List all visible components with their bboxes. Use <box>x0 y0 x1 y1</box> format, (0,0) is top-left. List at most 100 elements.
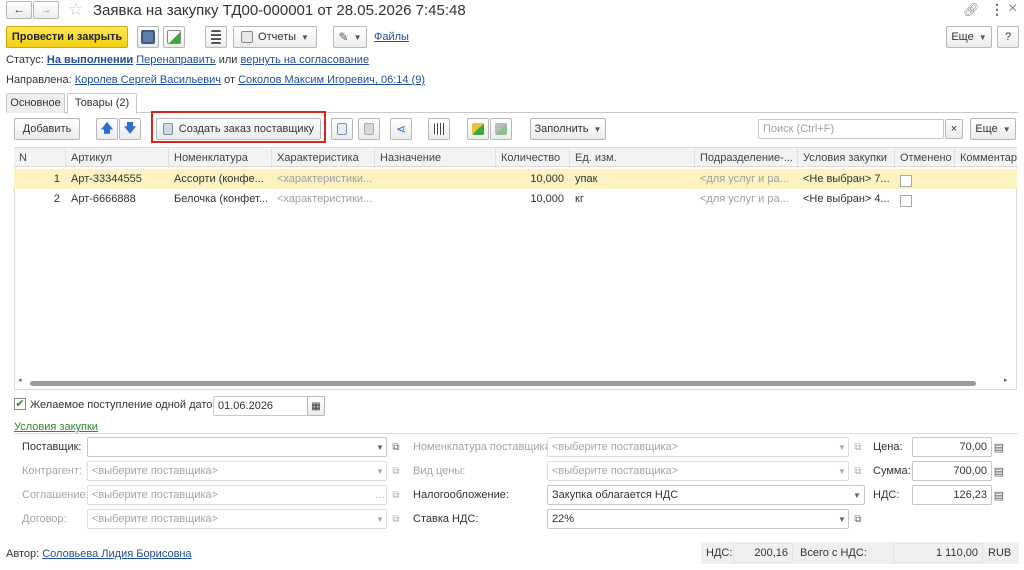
forward-button[interactable]: → <box>33 1 59 19</box>
conditions-header-link[interactable]: Условия закупки <box>14 421 98 433</box>
price-type-input[interactable]: <выберите поставщика> <box>547 461 849 481</box>
create-supplier-order-button[interactable]: Создать заказ поставщику <box>156 118 321 140</box>
open-icon[interactable]: ⧉ <box>851 509 865 529</box>
col-quantity[interactable]: Количество <box>496 148 570 168</box>
chevron-down-icon[interactable]: ▼ <box>373 437 387 457</box>
reports-label: Отчеты <box>258 31 297 43</box>
unpick-button[interactable] <box>490 118 512 140</box>
vat-rate-select[interactable]: 22% <box>547 509 849 529</box>
open-icon[interactable]: ⧉ <box>389 461 403 481</box>
col-purpose[interactable]: Назначение <box>375 148 496 168</box>
calculator-icon[interactable]: ▤ <box>992 437 1006 457</box>
search-input[interactable]: Поиск (Ctrl+F) <box>758 119 944 139</box>
post-and-close-button[interactable]: Провести и закрыть <box>6 26 128 48</box>
ellipsis-icon[interactable]: … <box>373 485 387 505</box>
scroll-thumb[interactable] <box>30 381 976 386</box>
table-scrollbar[interactable]: ◂ ▸ <box>16 376 1015 387</box>
price-input[interactable]: 70,00 <box>912 437 992 457</box>
files-link[interactable]: Файлы <box>374 31 409 43</box>
search-clear-button[interactable]: × <box>945 119 963 139</box>
tab-main[interactable]: Основное <box>6 93 65 113</box>
contract-input[interactable]: <выберите поставщика> <box>87 509 387 529</box>
col-article[interactable]: Артикул <box>66 148 169 168</box>
open-icon[interactable]: ⧉ <box>389 509 403 529</box>
directed-from-link[interactable]: Королев Сергей Васильевич <box>75 74 221 86</box>
cell-characteristic: <характеристики... <box>277 193 373 205</box>
table-row[interactable]: 1 Арт-33344555 Ассорти (конфе... <характ… <box>14 169 1017 189</box>
share-button[interactable]: ⋖ <box>390 118 412 140</box>
post-button[interactable] <box>163 26 185 48</box>
directed-to-link[interactable]: Соколов Максим Игоревич, 06:14 (9) <box>238 74 425 86</box>
supplier-input[interactable] <box>87 437 387 457</box>
col-n[interactable]: N <box>14 148 66 168</box>
counterparty-input[interactable]: <выберите поставщика> <box>87 461 387 481</box>
chevron-down-icon: ▼ <box>301 32 309 42</box>
taxation-select[interactable]: Закупка облагается НДС <box>547 485 865 505</box>
cell-purpose <box>375 169 496 189</box>
vat-input[interactable]: 126,23 <box>912 485 992 505</box>
redirect-link[interactable]: Перенаправить <box>136 54 215 66</box>
more-vertical-icon[interactable]: ⋮ <box>990 1 1004 18</box>
close-icon[interactable]: × <box>1008 0 1017 18</box>
col-comment[interactable]: Комментарий <box>955 148 1017 168</box>
move-down-button[interactable]: 🡇︎ <box>119 118 141 140</box>
calculator-icon[interactable]: ▤ <box>992 461 1006 481</box>
table-more-button[interactable]: Еще ▼ <box>970 118 1016 140</box>
open-icon[interactable]: ⧉ <box>851 437 865 457</box>
delivery-checkbox[interactable]: ✔ <box>14 398 26 410</box>
col-unit[interactable]: Ед. изм. <box>570 148 695 168</box>
delivery-date-input[interactable]: 01.06.2026 <box>213 396 309 416</box>
chevron-down-icon[interactable]: ▼ <box>373 461 387 481</box>
supplier-nomenclature-input[interactable]: <выберите поставщика> <box>547 437 849 457</box>
favorite-star-icon[interactable]: ☆ <box>68 0 83 20</box>
cell-n: 2 <box>53 193 60 205</box>
chevron-down-icon[interactable]: ▼ <box>850 485 864 505</box>
author-link[interactable]: Соловьева Лидия Борисовна <box>42 548 191 560</box>
cell-cancelled <box>895 169 955 189</box>
barcode-button[interactable] <box>428 118 450 140</box>
calculator-icon[interactable]: ▤ <box>992 485 1006 505</box>
col-department[interactable]: Подразделение-... <box>695 148 798 168</box>
pick-button[interactable] <box>467 118 489 140</box>
open-icon[interactable]: ⧉ <box>389 437 403 457</box>
chevron-down-icon[interactable]: ▼ <box>835 461 849 481</box>
col-characteristic[interactable]: Характеристика <box>272 148 375 168</box>
agreement-input[interactable]: <выберите поставщика> <box>87 485 387 505</box>
order-icon <box>163 123 173 135</box>
scroll-left-icon[interactable]: ◂ <box>18 376 22 384</box>
move-up-button[interactable]: 🡅︎ <box>96 118 118 140</box>
open-icon[interactable]: ⧉ <box>389 485 403 505</box>
more-button[interactable]: Еще ▼ <box>946 26 992 48</box>
chevron-down-icon[interactable]: ▼ <box>835 437 849 457</box>
document-list-button[interactable] <box>205 26 227 48</box>
open-icon[interactable]: ⧉ <box>851 461 865 481</box>
help-button[interactable]: ? <box>997 26 1019 48</box>
table-row[interactable]: 2 Арт-6666888 Белочка (конфет... <характ… <box>14 189 1017 209</box>
link-icon[interactable]: 🔗︎ <box>963 2 980 18</box>
delete-button[interactable] <box>358 118 380 140</box>
attach-button[interactable]: ✎ ▼ <box>333 26 367 48</box>
share-icon: ⋖ <box>395 122 407 136</box>
scroll-right-icon[interactable]: ▸ <box>1004 376 1008 384</box>
col-conditions[interactable]: Условия закупки <box>798 148 895 168</box>
cancelled-checkbox[interactable] <box>900 174 912 187</box>
status-value-link[interactable]: На выполнении <box>47 54 133 66</box>
cell-characteristic: <характеристики... <box>277 173 373 185</box>
copy-button[interactable] <box>331 118 353 140</box>
tab-goods[interactable]: Товары (2) <box>67 93 137 114</box>
calendar-button[interactable]: ▦ <box>307 396 325 416</box>
col-cancelled[interactable]: Отменено <box>895 148 955 168</box>
fill-button[interactable]: Заполнить ▼ <box>530 118 606 140</box>
sum-input[interactable]: 700,00 <box>912 461 992 481</box>
chevron-down-icon[interactable]: ▼ <box>373 509 387 529</box>
search-placeholder: Поиск (Ctrl+F) <box>763 123 835 135</box>
chevron-down-icon[interactable]: ▼ <box>835 509 849 529</box>
add-button[interactable]: Добавить <box>14 118 80 140</box>
col-nomenclature[interactable]: Номенклатура <box>169 148 272 168</box>
vat-value: 126,23 <box>953 489 987 501</box>
cancelled-checkbox[interactable] <box>900 194 912 207</box>
back-button[interactable]: ← <box>6 1 32 19</box>
reports-button[interactable]: Отчеты ▼ <box>233 26 317 48</box>
return-link[interactable]: вернуть на согласование <box>241 54 370 66</box>
save-button[interactable] <box>137 26 159 48</box>
